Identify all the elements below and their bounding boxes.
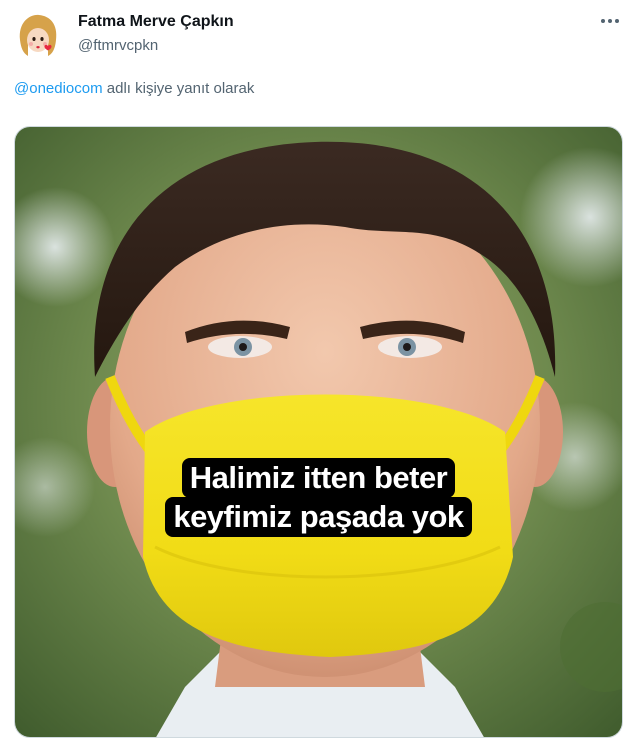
tweet-media[interactable]: Halimiz itten beter keyfimiz paşada yok	[14, 126, 623, 738]
reply-context: @onediocom adlı kişiye yanıt olarak	[14, 79, 254, 99]
more-dots-icon	[601, 19, 619, 23]
avatar[interactable]	[12, 10, 64, 62]
media-image	[15, 127, 622, 737]
mention-link[interactable]: @onediocom	[14, 80, 103, 97]
display-name[interactable]: Fatma Merve Çapkın	[78, 12, 234, 32]
more-options-button[interactable]	[599, 10, 621, 32]
cartoon-avatar-icon	[12, 10, 64, 62]
reply-context-text: adlı kişiye yanıt olarak	[102, 80, 255, 97]
user-handle[interactable]: @ftmrvcpkn	[78, 36, 158, 56]
